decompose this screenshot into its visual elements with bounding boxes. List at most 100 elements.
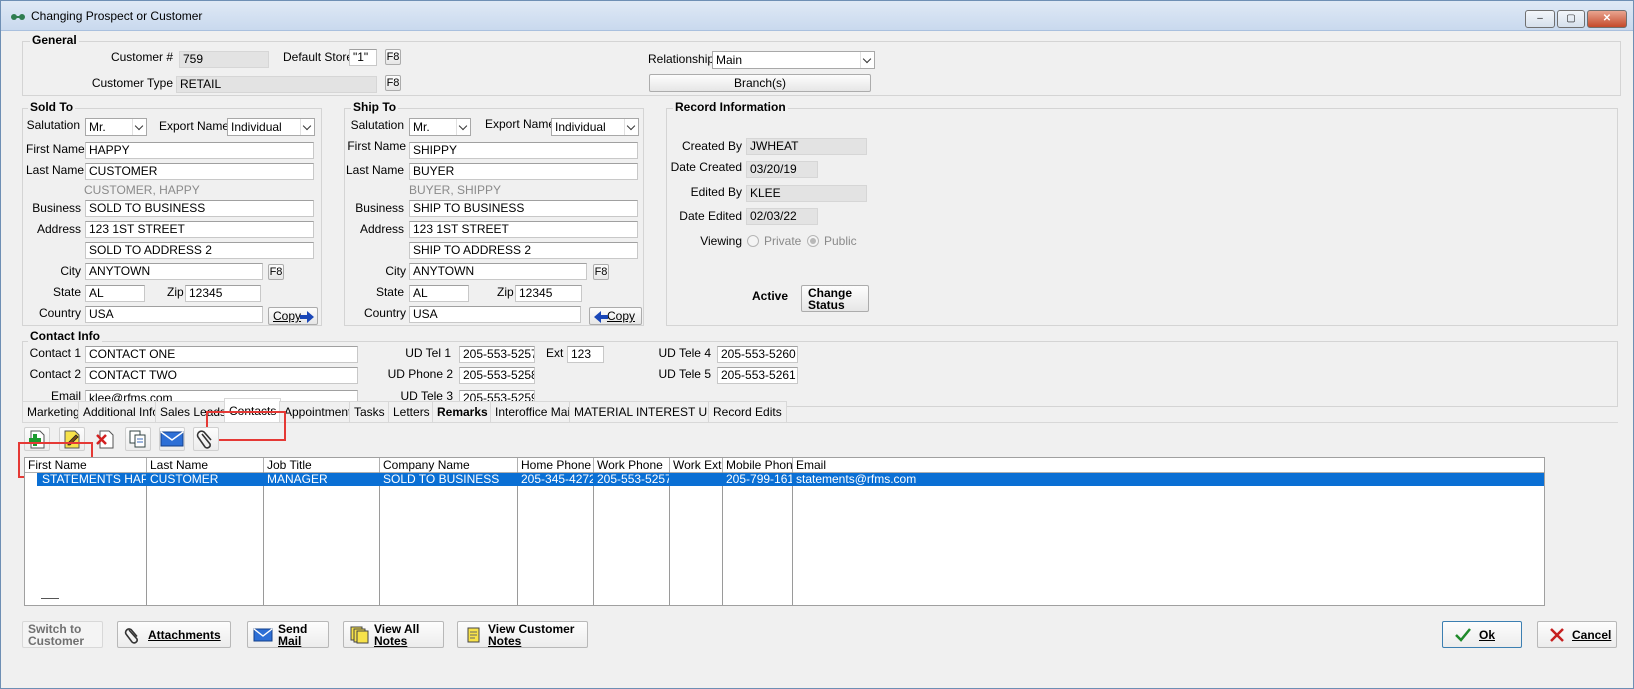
- sold-city-field[interactable]: ANYTOWN: [85, 263, 263, 280]
- sold-state-field[interactable]: AL: [85, 285, 145, 302]
- sold-business-field[interactable]: SOLD TO BUSINESS: [85, 200, 314, 217]
- col-header-first-name[interactable]: First Name: [25, 458, 147, 472]
- view-all-notes-button[interactable]: View All Notes: [343, 621, 444, 648]
- minimize-button[interactable]: –: [1525, 10, 1555, 28]
- ship-copy-button[interactable]: Copy: [589, 307, 642, 325]
- tab-remarks[interactable]: Remarks: [432, 401, 493, 423]
- ext-label: Ext: [546, 346, 564, 360]
- date-created-label: Date Created: [670, 160, 742, 174]
- attach-button[interactable]: [193, 427, 219, 451]
- switch-to-customer-button[interactable]: Switch to Customer: [22, 621, 103, 648]
- ship-city-field[interactable]: ANYTOWN: [409, 263, 587, 280]
- customer-type-f8-button[interactable]: F8: [385, 75, 401, 91]
- contact1-field[interactable]: CONTACT ONE: [85, 346, 358, 363]
- tab-material-interest-ud[interactable]: MATERIAL INTEREST UD: [569, 401, 721, 423]
- ship-address2-field[interactable]: SHIP TO ADDRESS 2: [409, 242, 638, 259]
- ext-field[interactable]: 123: [567, 346, 604, 363]
- ship-country-label: Country: [363, 306, 406, 320]
- ud-phone2-label: UD Phone 2: [387, 367, 453, 381]
- col-header-last-name[interactable]: Last Name: [147, 458, 264, 472]
- window: Changing Prospect or Customer – ▢ ✕ Gene…: [0, 0, 1634, 689]
- record-info-title: Record Information: [673, 100, 788, 114]
- sold-address2-field[interactable]: SOLD TO ADDRESS 2: [85, 242, 314, 259]
- ship-address-label: Address: [359, 222, 404, 236]
- view-customer-notes-button[interactable]: View Customer Notes: [457, 621, 588, 648]
- sold-country-label: Country: [38, 306, 81, 320]
- copy-contact-button[interactable]: [125, 427, 151, 451]
- change-status-button[interactable]: Change Status: [801, 285, 869, 312]
- close-window-button[interactable]: ✕: [1587, 10, 1627, 28]
- arrow-right-icon: [300, 311, 314, 323]
- ud-tele4-field[interactable]: 205-553-5260: [717, 346, 798, 363]
- sold-export-name-select[interactable]: Individual: [227, 118, 315, 136]
- col-divider: [517, 472, 518, 605]
- sold-city-f8-button[interactable]: F8: [268, 264, 284, 280]
- sold-zip-field[interactable]: 12345: [185, 285, 261, 302]
- ship-salutation-select[interactable]: Mr.: [409, 118, 471, 136]
- ship-full-name: BUYER, SHIPPY: [409, 183, 502, 197]
- public-radio[interactable]: [807, 235, 819, 247]
- ship-business-field[interactable]: SHIP TO BUSINESS: [409, 200, 638, 217]
- ship-export-name-select[interactable]: Individual: [551, 118, 639, 136]
- ship-state-field[interactable]: AL: [409, 285, 469, 302]
- col-header-work-ext[interactable]: Work Ext: [670, 458, 723, 472]
- contact2-field[interactable]: CONTACT TWO: [85, 367, 358, 384]
- default-store-f8-button[interactable]: F8: [385, 49, 401, 65]
- col-header-company-name[interactable]: Company Name: [380, 458, 518, 472]
- tab-record-edits[interactable]: Record Edits: [708, 401, 787, 423]
- ship-country-field[interactable]: USA: [409, 306, 581, 323]
- maximize-button[interactable]: ▢: [1557, 10, 1585, 28]
- ud-phone2-field[interactable]: 205-553-5258: [459, 367, 535, 384]
- tab-interoffice-mail[interactable]: Interoffice Mail: [490, 401, 578, 423]
- attachments-button[interactable]: Attachments: [117, 621, 231, 648]
- ship-address1-field[interactable]: 123 1ST STREET: [409, 221, 638, 238]
- sold-last-name-field[interactable]: CUSTOMER: [85, 163, 314, 180]
- tab-marketing[interactable]: Marketing: [22, 401, 85, 423]
- default-store-field[interactable]: "1": [349, 49, 377, 66]
- delete-contact-button[interactable]: [92, 427, 118, 451]
- status-label: Active: [752, 289, 789, 303]
- tab-letters[interactable]: Letters: [388, 401, 435, 423]
- sold-country-field[interactable]: USA: [85, 306, 263, 323]
- col-header-home-phone[interactable]: Home Phone: [518, 458, 594, 472]
- col-header-work-phone[interactable]: Work Phone: [594, 458, 670, 472]
- tab-additional-info[interactable]: Additional Info: [78, 401, 165, 423]
- sold-last-name-label: Last Name: [26, 163, 85, 177]
- ud-tel1-field[interactable]: 205-553-5257: [459, 346, 535, 363]
- ship-zip-field[interactable]: 12345: [515, 285, 582, 302]
- col-header-email[interactable]: Email: [793, 458, 1544, 472]
- email-contact-button[interactable]: [159, 427, 185, 451]
- ship-to-title: Ship To: [351, 100, 399, 114]
- sold-zip-label: Zip: [167, 285, 184, 299]
- sold-address1-field[interactable]: 123 1ST STREET: [85, 221, 314, 238]
- cancel-button[interactable]: Cancel: [1537, 621, 1617, 648]
- sold-first-name-label: First Name: [26, 142, 85, 156]
- private-radio[interactable]: [747, 235, 759, 247]
- ud-tele5-field[interactable]: 205-553-5261: [717, 367, 798, 384]
- sold-first-name-field[interactable]: HAPPY: [85, 142, 314, 159]
- sold-salutation-select[interactable]: Mr.: [85, 118, 147, 136]
- date-edited-field: 02/03/22: [746, 208, 818, 225]
- col-header-job-title[interactable]: Job Title: [264, 458, 380, 472]
- customer-num-label: Customer #: [110, 50, 173, 64]
- send-mail-button[interactable]: Send Mail: [247, 621, 329, 648]
- chevron-down-icon: [456, 119, 470, 135]
- cell-work-phone: 205-553-5257: [597, 473, 669, 486]
- private-label: Private: [764, 234, 802, 248]
- ok-button[interactable]: Ok: [1442, 621, 1522, 648]
- sold-state-label: State: [52, 285, 81, 299]
- cell-first-name: STATEMENTS HAPPY: [42, 473, 146, 486]
- ship-export-name-label: Export Name: [485, 117, 556, 131]
- branches-button[interactable]: Branch(s): [649, 74, 871, 92]
- sold-copy-button[interactable]: Copy: [268, 307, 318, 325]
- col-header-mobile-phone[interactable]: Mobile Phone: [723, 458, 793, 472]
- tab-tasks[interactable]: Tasks: [349, 401, 390, 423]
- ship-last-name-field[interactable]: BUYER: [409, 163, 638, 180]
- scroll-grip: [41, 598, 59, 599]
- ship-first-name-field[interactable]: SHIPPY: [409, 142, 638, 159]
- relationship-select[interactable]: Main: [712, 51, 875, 69]
- contacts-grid[interactable]: First Name Last Name Job Title Company N…: [24, 457, 1545, 606]
- sold-to-title: Sold To: [28, 100, 76, 114]
- sold-full-name: CUSTOMER, HAPPY: [84, 183, 200, 197]
- ship-city-f8-button[interactable]: F8: [593, 264, 609, 280]
